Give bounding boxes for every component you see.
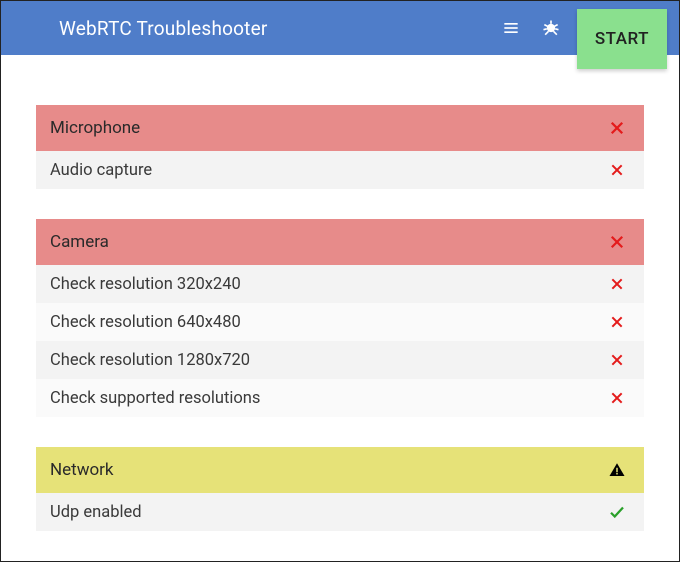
test-row[interactable]: Audio capture [36,151,644,189]
start-button[interactable]: START [577,9,667,69]
fail-icon [606,119,628,137]
test-label: Audio capture [50,161,606,180]
warning-icon [606,461,628,479]
test-label: Check resolution 1280x720 [50,351,606,370]
section-network: Network Udp enabled [36,447,644,531]
test-row[interactable]: Check resolution 320x240 [36,265,644,303]
section-title: Network [50,460,606,480]
bug-icon[interactable] [531,8,571,48]
test-label: Check resolution 640x480 [50,313,606,332]
section-title: Camera [50,232,606,252]
section-header-camera[interactable]: Camera [36,219,644,265]
test-row[interactable]: Udp enabled [36,493,644,531]
section-camera: Camera Check resolution 320x240 Check re… [36,219,644,417]
fail-icon [606,276,628,292]
test-row[interactable]: Check supported resolutions [36,379,644,417]
fail-icon [606,162,628,178]
app-title: WebRTC Troubleshooter [59,17,491,40]
section-header-microphone[interactable]: Microphone [36,105,644,151]
section-microphone: Microphone Audio capture [36,105,644,189]
app-toolbar: WebRTC Troubleshooter START [1,1,679,55]
test-label: Check resolution 320x240 [50,275,606,294]
fail-icon [606,314,628,330]
fail-icon [606,233,628,251]
pass-icon [606,503,628,521]
test-label: Check supported resolutions [50,389,606,408]
fail-icon [606,390,628,406]
menu-icon[interactable] [491,8,531,48]
results-content: Microphone Audio capture Camera [1,55,679,531]
test-row[interactable]: Check resolution 640x480 [36,303,644,341]
start-button-label: START [595,29,649,49]
section-header-network[interactable]: Network [36,447,644,493]
test-row[interactable]: Check resolution 1280x720 [36,341,644,379]
section-title: Microphone [50,118,606,138]
test-label: Udp enabled [50,503,606,522]
fail-icon [606,352,628,368]
